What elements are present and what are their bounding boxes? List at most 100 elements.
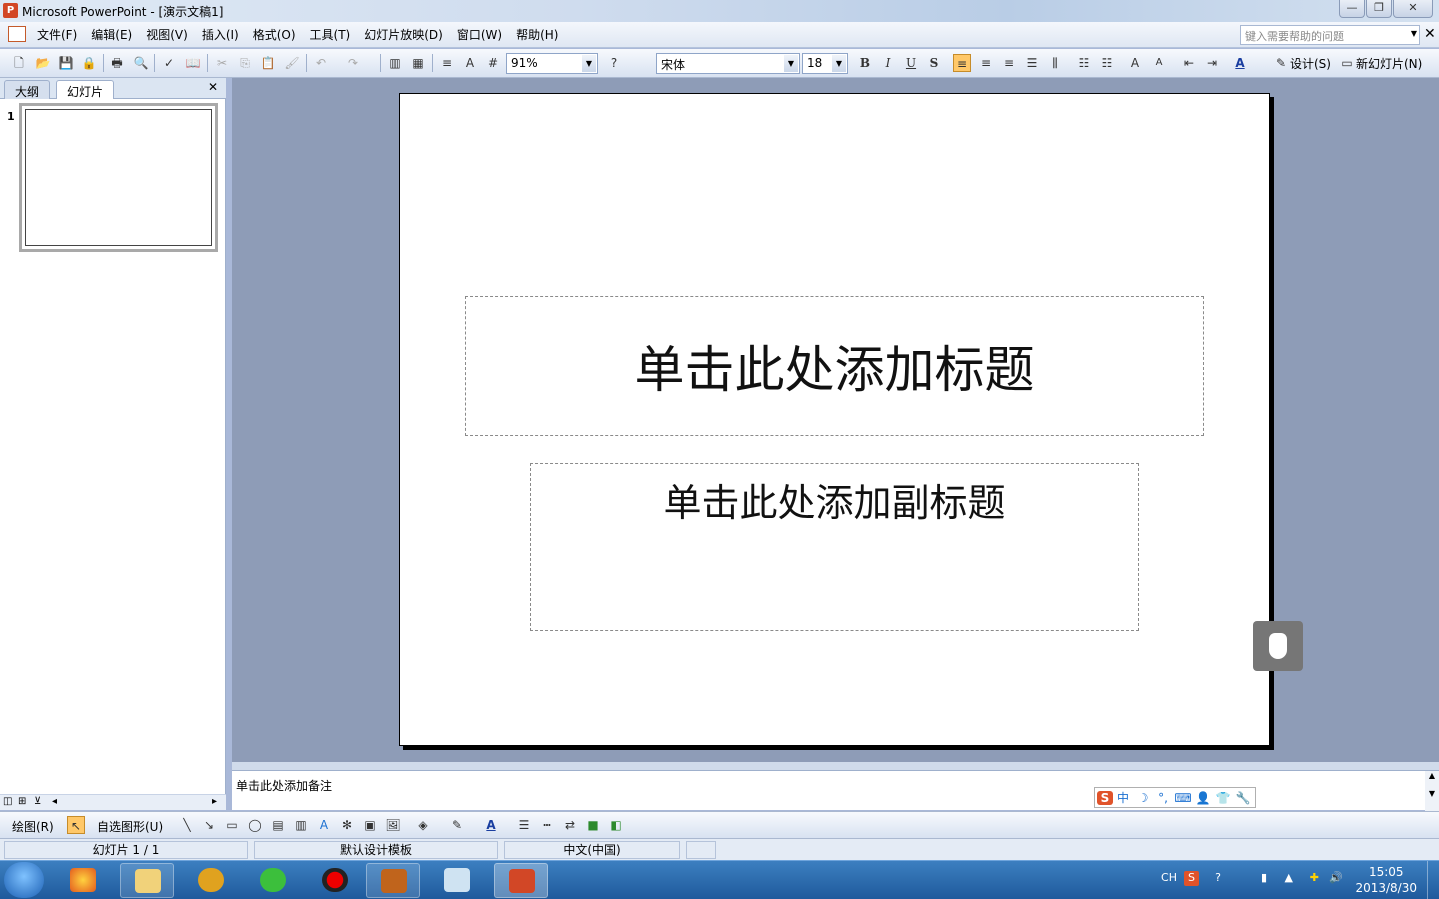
spelling-icon[interactable]: ✓	[160, 54, 178, 72]
insert-chart-icon[interactable]: ▥	[386, 54, 404, 72]
permission-icon[interactable]: 🔒	[80, 54, 98, 72]
floating-mouse-button[interactable]	[1253, 621, 1303, 671]
start-button[interactable]	[4, 862, 44, 898]
settings-wrench-icon[interactable]: 🔧	[1233, 791, 1253, 805]
align-left-icon[interactable]: ≡	[953, 54, 971, 72]
shadow-button[interactable]: S	[925, 54, 943, 72]
increase-font-icon[interactable]: A	[1126, 54, 1144, 72]
taskbar-powerpoint[interactable]	[494, 863, 548, 898]
help-icon[interactable]: ?	[605, 54, 623, 72]
zoom-select[interactable]: 91% ▼	[506, 53, 598, 74]
fill-color-icon[interactable]: ◈	[414, 816, 432, 834]
notes-pane[interactable]: 单击此处添加备注 ▲ ▼	[232, 770, 1439, 811]
dash-style-icon[interactable]: ┅	[538, 816, 556, 834]
3d-style-icon[interactable]: ◧	[607, 816, 625, 834]
taskbar-game-app[interactable]	[366, 863, 420, 898]
menu-view[interactable]: 视图(V)	[139, 27, 195, 43]
arrow-style-icon[interactable]: ⇄	[561, 816, 579, 834]
close-document-button[interactable]: ✕	[1424, 26, 1436, 42]
vertical-text-box-icon[interactable]: ▥	[292, 816, 310, 834]
taskbar-explorer[interactable]	[120, 863, 174, 898]
tab-outline[interactable]: 大纲	[4, 80, 51, 99]
menu-insert[interactable]: 插入(I)	[195, 27, 246, 43]
half-width-icon[interactable]: ☽	[1133, 791, 1153, 805]
help-tray-icon[interactable]: ?	[1215, 871, 1221, 884]
insert-picture-icon[interactable]: 🖼	[384, 816, 402, 834]
slide-thumbnail[interactable]	[19, 103, 218, 252]
show-grid-icon[interactable]: #	[484, 54, 502, 72]
menu-file[interactable]: 文件(F)	[30, 27, 84, 43]
draw-menu-button[interactable]: 绘图(R)	[12, 818, 54, 835]
slide-sorter-icon[interactable]: ⊞	[18, 796, 26, 807]
slideshow-view-icon[interactable]: ⊻	[34, 796, 41, 807]
ime-mode-chinese[interactable]: 中	[1113, 789, 1133, 806]
title-placeholder[interactable]: 单击此处添加标题	[465, 296, 1204, 436]
punctuation-icon[interactable]: °,	[1153, 791, 1173, 805]
show-formatting-icon[interactable]: A	[461, 54, 479, 72]
help-search-input[interactable]: 键入需要帮助的问题 ▼	[1240, 25, 1420, 45]
design-button[interactable]: 设计(S)	[1290, 55, 1331, 72]
decrease-font-icon[interactable]: A	[1150, 54, 1168, 72]
shadow-style-icon[interactable]: ■	[584, 816, 602, 834]
taskbar-record-app[interactable]	[308, 863, 362, 898]
input-language-indicator[interactable]: CH	[1161, 871, 1177, 884]
copy-icon[interactable]: ⎘	[236, 54, 254, 72]
show-hidden-icons[interactable]: ▲	[1285, 871, 1293, 884]
taskbar-slate-app[interactable]	[430, 863, 484, 898]
line-icon[interactable]: ╲	[178, 816, 196, 834]
oval-icon[interactable]: ◯	[246, 816, 264, 834]
rectangle-icon[interactable]: ▭	[223, 816, 241, 834]
menu-window[interactable]: 窗口(W)	[450, 27, 509, 43]
menu-edit[interactable]: 编辑(E)	[84, 27, 139, 43]
align-center-icon[interactable]: ≡	[977, 54, 995, 72]
notes-scrollbar[interactable]: ▲ ▼	[1425, 771, 1439, 811]
user-icon[interactable]: 👤	[1193, 791, 1213, 805]
redo-icon[interactable]: ↷	[344, 54, 362, 72]
autoshapes-menu-button[interactable]: 自选图形(U)	[97, 818, 163, 835]
powerpoint-app-icon[interactable]: P	[3, 3, 18, 18]
numbering-icon[interactable]: ☷	[1075, 54, 1093, 72]
save-icon[interactable]: 💾	[57, 54, 75, 72]
menu-slideshow[interactable]: 幻灯片放映(D)	[357, 27, 450, 43]
menu-tools[interactable]: 工具(T)	[303, 27, 358, 43]
slide-canvas[interactable]: 单击此处添加标题 单击此处添加副标题	[399, 93, 1270, 746]
diagram-icon[interactable]: ✻	[338, 816, 356, 834]
sogou-icon[interactable]: S	[1097, 790, 1113, 805]
show-desktop-button[interactable]	[1427, 861, 1439, 899]
tab-slides[interactable]: 幻灯片	[56, 80, 115, 99]
format-painter-icon[interactable]: 🖌	[283, 54, 301, 72]
security-tray-icon[interactable]: ✚	[1310, 871, 1319, 884]
chevron-down-icon[interactable]: ▼	[582, 55, 596, 72]
taskbar-refresh-app[interactable]	[246, 863, 300, 898]
undo-icon[interactable]: ↶	[312, 54, 330, 72]
paste-icon[interactable]: 📋	[259, 54, 277, 72]
menu-format[interactable]: 格式(O)	[246, 27, 303, 43]
open-icon[interactable]: 📂	[34, 54, 52, 72]
chevron-down-icon[interactable]: ▼	[784, 55, 798, 72]
scroll-right-icon[interactable]: ▸	[212, 796, 217, 807]
design-icon[interactable]: ✎	[1272, 54, 1290, 72]
align-right-icon[interactable]: ≡	[1000, 54, 1018, 72]
minimize-button[interactable]: —	[1339, 0, 1365, 18]
font-color-icon[interactable]: A	[482, 816, 500, 834]
font-color-icon[interactable]: A	[1231, 54, 1249, 72]
sogou-tray-icon[interactable]: S	[1184, 871, 1199, 886]
bullets-icon[interactable]: ☷	[1098, 54, 1116, 72]
text-direction-icon[interactable]: ⫼	[1046, 54, 1064, 72]
keyboard-icon[interactable]: ⌨	[1173, 791, 1193, 805]
close-panel-button[interactable]: ✕	[208, 80, 218, 94]
normal-view-icon[interactable]: ◫	[3, 796, 12, 807]
clock[interactable]: 15:05 2013/8/30	[1355, 864, 1417, 896]
expand-all-icon[interactable]: ≡	[438, 54, 456, 72]
print-icon[interactable]: 🖶	[108, 54, 126, 72]
print-preview-icon[interactable]: 🔍	[132, 54, 150, 72]
notes-splitter[interactable]	[232, 762, 1439, 770]
document-icon[interactable]	[8, 26, 26, 42]
new-icon[interactable]: 🗋	[10, 54, 28, 72]
italic-button[interactable]: I	[879, 54, 897, 72]
wordart-icon[interactable]: A	[315, 816, 333, 834]
restore-button[interactable]: ❐	[1366, 0, 1392, 18]
menu-help[interactable]: 帮助(H)	[509, 27, 565, 43]
select-pointer-icon[interactable]: ↖	[67, 816, 85, 834]
distributed-icon[interactable]: ☰	[1023, 54, 1041, 72]
